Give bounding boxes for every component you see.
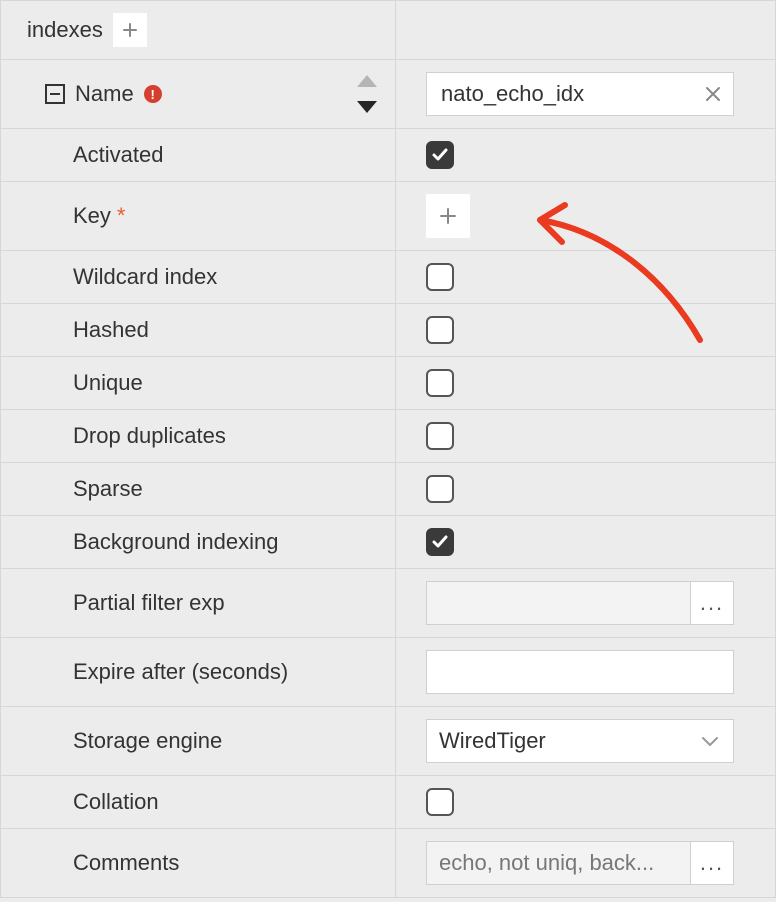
background-label: Background indexing [73, 529, 278, 555]
add-key-button[interactable] [426, 194, 470, 238]
wildcard-row: Wildcard index [0, 251, 776, 304]
partial-filter-more-button[interactable]: ... [690, 581, 734, 625]
storage-engine-row: Storage engine WiredTiger [0, 707, 776, 776]
dropdup-label: Drop duplicates [73, 423, 226, 449]
comments-more-button[interactable]: ... [690, 841, 734, 885]
clear-name-button[interactable] [704, 85, 722, 103]
sort-asc-icon[interactable] [357, 75, 377, 87]
check-icon [431, 533, 449, 551]
wildcard-checkbox[interactable] [426, 263, 454, 291]
name-input[interactable] [426, 72, 734, 116]
sparse-row: Sparse [0, 463, 776, 516]
section-header-row: indexes [0, 0, 776, 60]
properties-panel: indexes Name ! Activ [0, 0, 776, 902]
activated-checkbox[interactable] [426, 141, 454, 169]
unique-row: Unique [0, 357, 776, 410]
activated-row: Activated [0, 129, 776, 182]
collation-label: Collation [73, 789, 159, 815]
validation-error-icon: ! [144, 85, 162, 103]
chevron-down-icon [701, 728, 719, 754]
name-row: Name ! [0, 60, 776, 129]
wildcard-label: Wildcard index [73, 264, 217, 290]
add-index-button[interactable] [113, 13, 147, 47]
collapse-toggle[interactable] [45, 84, 65, 104]
comments-field: echo, not uniq, back... ... [426, 841, 734, 885]
storage-engine-value: WiredTiger [439, 728, 721, 754]
check-icon [431, 146, 449, 164]
sparse-label: Sparse [73, 476, 143, 502]
hashed-checkbox[interactable] [426, 316, 454, 344]
dropdup-checkbox[interactable] [426, 422, 454, 450]
hashed-label: Hashed [73, 317, 149, 343]
storage-engine-label: Storage engine [73, 728, 222, 754]
required-asterisk-icon: * [117, 203, 126, 229]
close-icon [704, 85, 722, 103]
partial-filter-row: Partial filter exp ... [0, 569, 776, 638]
expire-after-row: Expire after (seconds) [0, 638, 776, 707]
hashed-row: Hashed [0, 304, 776, 357]
key-row: Key * [0, 182, 776, 251]
collation-row: Collation [0, 776, 776, 829]
background-checkbox[interactable] [426, 528, 454, 556]
partial-filter-value [426, 581, 690, 625]
comments-row: Comments echo, not uniq, back... ... [0, 829, 776, 898]
storage-engine-select[interactable]: WiredTiger [426, 719, 734, 763]
comments-label: Comments [73, 850, 179, 876]
key-label: Key [73, 203, 111, 229]
activated-label: Activated [73, 142, 164, 168]
plus-icon [122, 22, 138, 38]
expire-after-input[interactable] [426, 650, 734, 694]
partial-filter-label: Partial filter exp [73, 590, 225, 616]
comments-value: echo, not uniq, back... [426, 841, 690, 885]
background-row: Background indexing [0, 516, 776, 569]
minus-icon [50, 93, 60, 95]
unique-label: Unique [73, 370, 143, 396]
name-label: Name [75, 81, 134, 107]
sort-arrows [357, 75, 377, 113]
sparse-checkbox[interactable] [426, 475, 454, 503]
unique-checkbox[interactable] [426, 369, 454, 397]
plus-icon [439, 207, 457, 225]
collation-checkbox[interactable] [426, 788, 454, 816]
partial-filter-field: ... [426, 581, 734, 625]
section-header-title: indexes [27, 17, 103, 43]
sort-desc-icon[interactable] [357, 101, 377, 113]
expire-after-label: Expire after (seconds) [73, 659, 288, 685]
dropdup-row: Drop duplicates [0, 410, 776, 463]
